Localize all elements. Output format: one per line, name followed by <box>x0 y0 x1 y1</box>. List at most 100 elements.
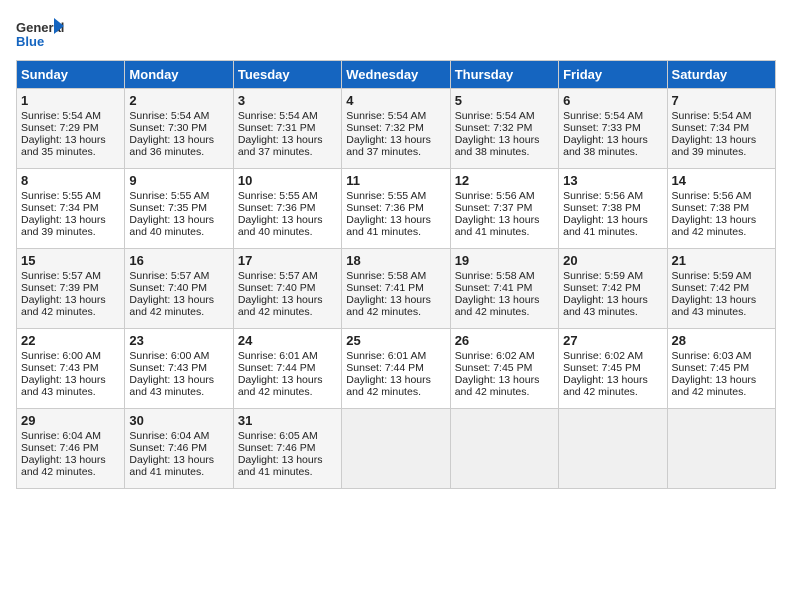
day-number: 20 <box>563 253 662 268</box>
day-cell <box>559 409 667 489</box>
day-info: Daylight: 13 hours <box>129 454 228 466</box>
day-info: Daylight: 13 hours <box>346 374 445 386</box>
day-cell: 23Sunrise: 6:00 AMSunset: 7:43 PMDayligh… <box>125 329 233 409</box>
header-saturday: Saturday <box>667 61 775 89</box>
day-info: and 43 minutes. <box>21 386 120 398</box>
day-info: and 42 minutes. <box>672 226 771 238</box>
day-info: Sunset: 7:34 PM <box>672 122 771 134</box>
day-info: Daylight: 13 hours <box>346 294 445 306</box>
day-cell: 17Sunrise: 5:57 AMSunset: 7:40 PMDayligh… <box>233 249 341 329</box>
day-info: Sunset: 7:40 PM <box>238 282 337 294</box>
day-cell: 22Sunrise: 6:00 AMSunset: 7:43 PMDayligh… <box>17 329 125 409</box>
day-cell: 3Sunrise: 5:54 AMSunset: 7:31 PMDaylight… <box>233 89 341 169</box>
day-info: Sunrise: 5:54 AM <box>563 110 662 122</box>
day-info: Daylight: 13 hours <box>455 134 554 146</box>
day-info: Sunrise: 6:05 AM <box>238 430 337 442</box>
day-cell: 16Sunrise: 5:57 AMSunset: 7:40 PMDayligh… <box>125 249 233 329</box>
day-info: Sunset: 7:46 PM <box>129 442 228 454</box>
day-info: Daylight: 13 hours <box>129 214 228 226</box>
day-cell: 6Sunrise: 5:54 AMSunset: 7:33 PMDaylight… <box>559 89 667 169</box>
day-info: Daylight: 13 hours <box>563 374 662 386</box>
day-number: 23 <box>129 333 228 348</box>
header-wednesday: Wednesday <box>342 61 450 89</box>
header-tuesday: Tuesday <box>233 61 341 89</box>
day-info: Daylight: 13 hours <box>672 214 771 226</box>
day-info: Sunset: 7:32 PM <box>346 122 445 134</box>
day-info: Daylight: 13 hours <box>346 134 445 146</box>
day-info: Sunrise: 5:59 AM <box>672 270 771 282</box>
day-info: and 40 minutes. <box>129 226 228 238</box>
day-info: Daylight: 13 hours <box>21 134 120 146</box>
day-cell: 5Sunrise: 5:54 AMSunset: 7:32 PMDaylight… <box>450 89 558 169</box>
day-number: 28 <box>672 333 771 348</box>
day-info: Sunset: 7:42 PM <box>672 282 771 294</box>
week-row-3: 15Sunrise: 5:57 AMSunset: 7:39 PMDayligh… <box>17 249 776 329</box>
day-number: 1 <box>21 93 120 108</box>
day-info: Sunrise: 6:00 AM <box>21 350 120 362</box>
day-number: 16 <box>129 253 228 268</box>
day-info: Sunrise: 5:54 AM <box>21 110 120 122</box>
day-cell: 24Sunrise: 6:01 AMSunset: 7:44 PMDayligh… <box>233 329 341 409</box>
day-cell: 15Sunrise: 5:57 AMSunset: 7:39 PMDayligh… <box>17 249 125 329</box>
day-info: and 42 minutes. <box>455 306 554 318</box>
day-number: 19 <box>455 253 554 268</box>
day-info: Sunrise: 5:54 AM <box>346 110 445 122</box>
day-info: Sunrise: 6:04 AM <box>21 430 120 442</box>
day-info: Sunset: 7:30 PM <box>129 122 228 134</box>
day-info: Sunrise: 5:54 AM <box>672 110 771 122</box>
day-cell <box>450 409 558 489</box>
day-info: Daylight: 13 hours <box>21 294 120 306</box>
day-number: 9 <box>129 173 228 188</box>
day-info: Sunset: 7:45 PM <box>455 362 554 374</box>
day-info: Daylight: 13 hours <box>238 214 337 226</box>
day-cell: 26Sunrise: 6:02 AMSunset: 7:45 PMDayligh… <box>450 329 558 409</box>
day-number: 22 <box>21 333 120 348</box>
day-info: Sunset: 7:46 PM <box>21 442 120 454</box>
day-info: and 43 minutes. <box>672 306 771 318</box>
day-info: Sunrise: 5:58 AM <box>455 270 554 282</box>
day-info: and 43 minutes. <box>129 386 228 398</box>
week-row-5: 29Sunrise: 6:04 AMSunset: 7:46 PMDayligh… <box>17 409 776 489</box>
day-cell: 19Sunrise: 5:58 AMSunset: 7:41 PMDayligh… <box>450 249 558 329</box>
day-info: Sunset: 7:38 PM <box>672 202 771 214</box>
day-number: 27 <box>563 333 662 348</box>
day-number: 6 <box>563 93 662 108</box>
day-info: Sunrise: 6:01 AM <box>346 350 445 362</box>
calendar-body: 1Sunrise: 5:54 AMSunset: 7:29 PMDaylight… <box>17 89 776 489</box>
day-info: Daylight: 13 hours <box>346 214 445 226</box>
day-info: Sunset: 7:41 PM <box>346 282 445 294</box>
day-info: and 41 minutes. <box>346 226 445 238</box>
svg-text:Blue: Blue <box>16 34 44 49</box>
day-info: Sunrise: 5:55 AM <box>21 190 120 202</box>
day-info: Sunset: 7:46 PM <box>238 442 337 454</box>
week-row-1: 1Sunrise: 5:54 AMSunset: 7:29 PMDaylight… <box>17 89 776 169</box>
day-info: Sunset: 7:36 PM <box>238 202 337 214</box>
day-info: Sunrise: 5:54 AM <box>455 110 554 122</box>
day-number: 12 <box>455 173 554 188</box>
day-info: Sunrise: 6:03 AM <box>672 350 771 362</box>
day-cell <box>667 409 775 489</box>
day-info: Sunset: 7:29 PM <box>21 122 120 134</box>
calendar-header-row: SundayMondayTuesdayWednesdayThursdayFrid… <box>17 61 776 89</box>
day-cell: 28Sunrise: 6:03 AMSunset: 7:45 PMDayligh… <box>667 329 775 409</box>
day-info: Sunrise: 5:56 AM <box>672 190 771 202</box>
day-number: 14 <box>672 173 771 188</box>
day-info: and 37 minutes. <box>238 146 337 158</box>
day-info: Sunrise: 5:57 AM <box>238 270 337 282</box>
day-number: 8 <box>21 173 120 188</box>
day-info: Daylight: 13 hours <box>672 134 771 146</box>
day-info: Daylight: 13 hours <box>455 214 554 226</box>
day-number: 30 <box>129 413 228 428</box>
day-info: Sunset: 7:41 PM <box>455 282 554 294</box>
day-cell <box>342 409 450 489</box>
day-info: Sunrise: 6:01 AM <box>238 350 337 362</box>
day-info: Daylight: 13 hours <box>238 374 337 386</box>
day-info: and 42 minutes. <box>21 466 120 478</box>
day-info: and 41 minutes. <box>455 226 554 238</box>
day-number: 11 <box>346 173 445 188</box>
day-info: Sunrise: 5:54 AM <box>129 110 228 122</box>
day-info: and 42 minutes. <box>563 386 662 398</box>
day-info: Sunset: 7:32 PM <box>455 122 554 134</box>
header-thursday: Thursday <box>450 61 558 89</box>
day-number: 4 <box>346 93 445 108</box>
